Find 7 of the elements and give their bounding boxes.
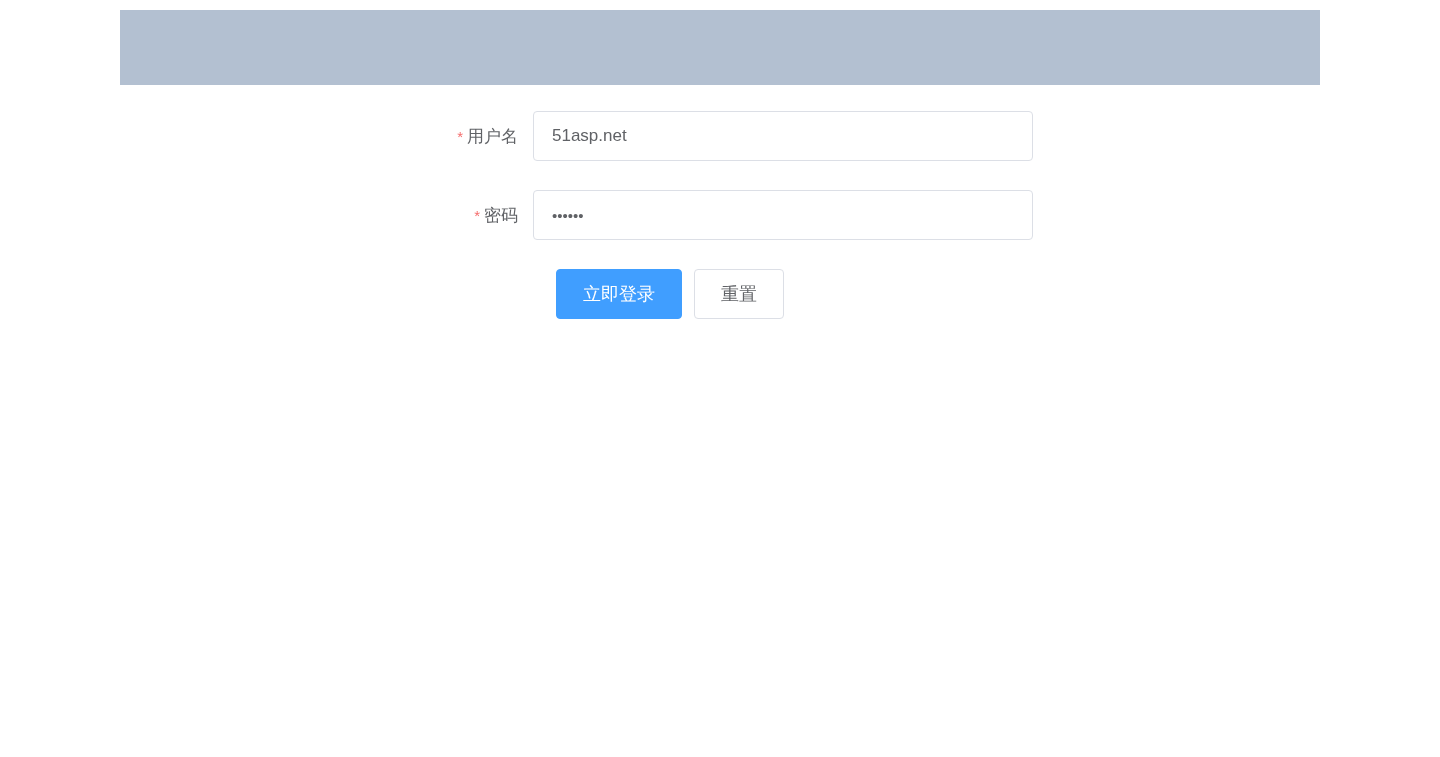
username-field[interactable]: 51asp.net: [533, 111, 1033, 161]
reset-button[interactable]: 重置: [694, 269, 784, 319]
field-label: 用户名: [467, 125, 518, 148]
password-field[interactable]: ••••••: [533, 190, 1033, 240]
field-label: 密码: [484, 204, 518, 227]
required-mark: *: [457, 127, 463, 145]
required-mark: *: [474, 206, 480, 224]
